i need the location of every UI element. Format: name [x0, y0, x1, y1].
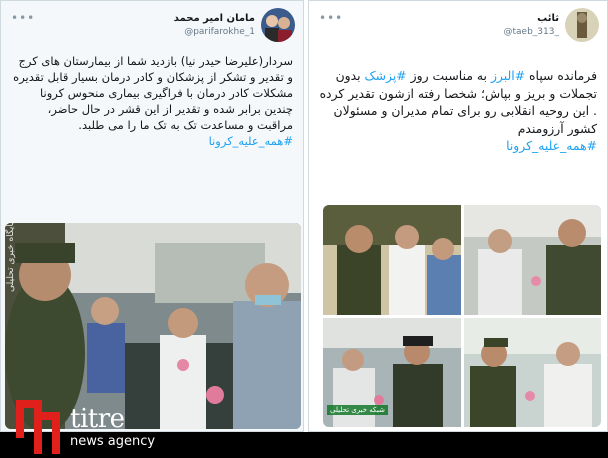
tweet-body-start: فرمانده سپاه [525, 68, 597, 83]
tweet-header: مامان امیر محمد @parifarokhe_1 [174, 7, 295, 43]
tweet-card-right[interactable]: ••• ثائب @taeb_313_ فرمانده سپاه #البرز … [308, 0, 608, 432]
tweet-photo-grid: شبکه خبری تحلیلی [323, 205, 601, 427]
tweet-card-left[interactable]: ••• مامان امیر محمد @parifarokhe_1 سردار… [0, 0, 304, 432]
tweet-body-mid: به مناسبت روز [406, 68, 491, 83]
tweet-body: سردار(علیرضا حیدر نیا) بازدید شما از بیم… [13, 54, 293, 132]
brand-tagline: news agency [70, 434, 156, 449]
grid-photo[interactable] [323, 205, 461, 315]
grid-photo[interactable] [463, 205, 601, 315]
avatar[interactable] [261, 8, 295, 42]
avatar[interactable] [565, 8, 599, 42]
vertical-watermark: پایگاه خبری تحلیلی [6, 221, 16, 292]
hashtag-link[interactable]: #البرز [491, 68, 525, 83]
display-name[interactable]: ثائب [504, 12, 559, 26]
display-name[interactable]: مامان امیر محمد [174, 12, 255, 26]
more-dots-icon[interactable]: ••• [11, 11, 35, 25]
user-handle[interactable]: @parifarokhe_1 [174, 26, 255, 38]
brand-name: titre [70, 404, 125, 434]
tweet-text: فرمانده سپاه #البرز به مناسبت روز #پزشک … [317, 67, 597, 155]
tweet-text: سردار(علیرضا حیدر نیا) بازدید شما از بیم… [13, 53, 293, 149]
user-handle[interactable]: @taeb_313_ [504, 26, 559, 38]
more-dots-icon[interactable]: ••• [319, 11, 343, 25]
hashtag-link[interactable]: #پزشک [365, 68, 407, 83]
hashtag-link[interactable]: #همه_علیه_کرونا [13, 133, 293, 149]
grid-photo[interactable]: شبکه خبری تحلیلی [323, 317, 461, 427]
grid-photo[interactable] [463, 317, 601, 427]
photo-logo: شبکه خبری تحلیلی [327, 405, 388, 415]
hashtag-link[interactable]: #همه_علیه_کرونا [317, 137, 597, 155]
tweet-header: ثائب @taeb_313_ [504, 7, 599, 43]
